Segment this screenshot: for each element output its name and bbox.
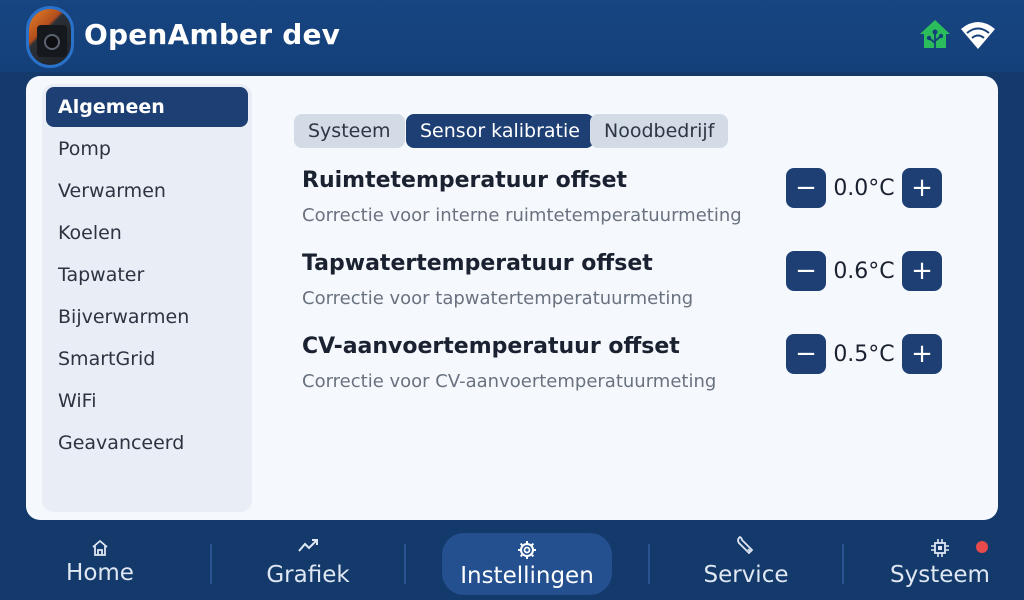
setting-desc-ruimtetemperatuur: Correctie voor interne ruimtetemperatuur… bbox=[302, 205, 742, 226]
decrement-button[interactable]: − bbox=[786, 334, 826, 374]
gear-icon bbox=[518, 541, 536, 559]
setting-desc-tapwatertemperatuur: Correctie voor tapwatertemperatuurmeting bbox=[302, 288, 694, 309]
sidebar-item-geavanceerd[interactable]: Geavanceerd bbox=[46, 423, 248, 463]
nav-divider bbox=[648, 544, 650, 584]
sidebar-item-wifi[interactable]: WiFi bbox=[46, 381, 248, 421]
setting-title-ruimtetemperatuur: Ruimtetemperatuur offset bbox=[302, 168, 628, 193]
app-title: OpenAmber dev bbox=[84, 18, 341, 51]
decrement-button[interactable]: − bbox=[786, 168, 826, 208]
sidebar-item-verwarmen[interactable]: Verwarmen bbox=[46, 171, 248, 211]
wifi-icon[interactable] bbox=[960, 20, 996, 50]
increment-button[interactable]: + bbox=[902, 334, 942, 374]
alert-dot bbox=[976, 541, 988, 553]
nav-instellingen-label: Instellingen bbox=[460, 563, 594, 589]
increment-button[interactable]: + bbox=[902, 168, 942, 208]
increment-button[interactable]: + bbox=[902, 251, 942, 291]
home-icon bbox=[92, 539, 108, 556]
nav-grafiek[interactable]: Grafiek bbox=[258, 530, 358, 596]
offset-value: 0.0°C bbox=[833, 176, 895, 201]
nav-divider bbox=[404, 544, 406, 584]
tab-noodbedrijf[interactable]: Noodbedrijf bbox=[590, 114, 729, 148]
chart-icon bbox=[298, 539, 318, 552]
nav-grafiek-label: Grafiek bbox=[266, 562, 350, 588]
nav-systeem-label: Systeem bbox=[890, 562, 990, 588]
sidebar-item-pomp[interactable]: Pomp bbox=[46, 129, 248, 169]
tab-sensor-kalibratie[interactable]: Sensor kalibratie bbox=[406, 114, 594, 148]
settings-sidebar: Algemeen Pomp Verwarmen Koelen Tapwater … bbox=[42, 84, 252, 512]
settings-panel: Algemeen Pomp Verwarmen Koelen Tapwater … bbox=[26, 76, 998, 520]
tab-systeem[interactable]: Systeem bbox=[294, 114, 405, 148]
decrement-button[interactable]: − bbox=[786, 251, 826, 291]
sidebar-item-bijverwarmen[interactable]: Bijverwarmen bbox=[46, 297, 248, 337]
home-assistant-icon[interactable] bbox=[918, 18, 952, 50]
nav-service-label: Service bbox=[703, 562, 789, 588]
chip-icon bbox=[931, 539, 949, 557]
wrench-icon bbox=[737, 535, 754, 555]
nav-home-label: Home bbox=[66, 560, 134, 586]
app-logo bbox=[26, 6, 74, 68]
offset-value: 0.6°C bbox=[833, 259, 895, 284]
nav-divider bbox=[842, 544, 844, 584]
setting-desc-cv-aanvoertemperatuur: Correctie voor CV-aanvoertemperatuurmeti… bbox=[302, 371, 717, 392]
sidebar-item-koelen[interactable]: Koelen bbox=[46, 213, 248, 253]
setting-title-cv-aanvoertemperatuur: CV-aanvoertemperatuur offset bbox=[302, 334, 680, 359]
nav-systeem[interactable]: Systeem bbox=[884, 530, 996, 596]
nav-service[interactable]: Service bbox=[696, 530, 796, 596]
nav-divider bbox=[210, 544, 212, 584]
nav-instellingen[interactable]: Instellingen bbox=[442, 533, 612, 595]
offset-value: 0.5°C bbox=[833, 342, 895, 367]
sidebar-item-tapwater[interactable]: Tapwater bbox=[46, 255, 248, 295]
nav-home[interactable]: Home bbox=[50, 530, 150, 596]
setting-title-tapwatertemperatuur: Tapwatertemperatuur offset bbox=[302, 251, 653, 276]
app-header: OpenAmber dev bbox=[0, 0, 1024, 72]
sidebar-item-algemeen[interactable]: Algemeen bbox=[46, 87, 248, 127]
sidebar-item-smartgrid[interactable]: SmartGrid bbox=[46, 339, 248, 379]
